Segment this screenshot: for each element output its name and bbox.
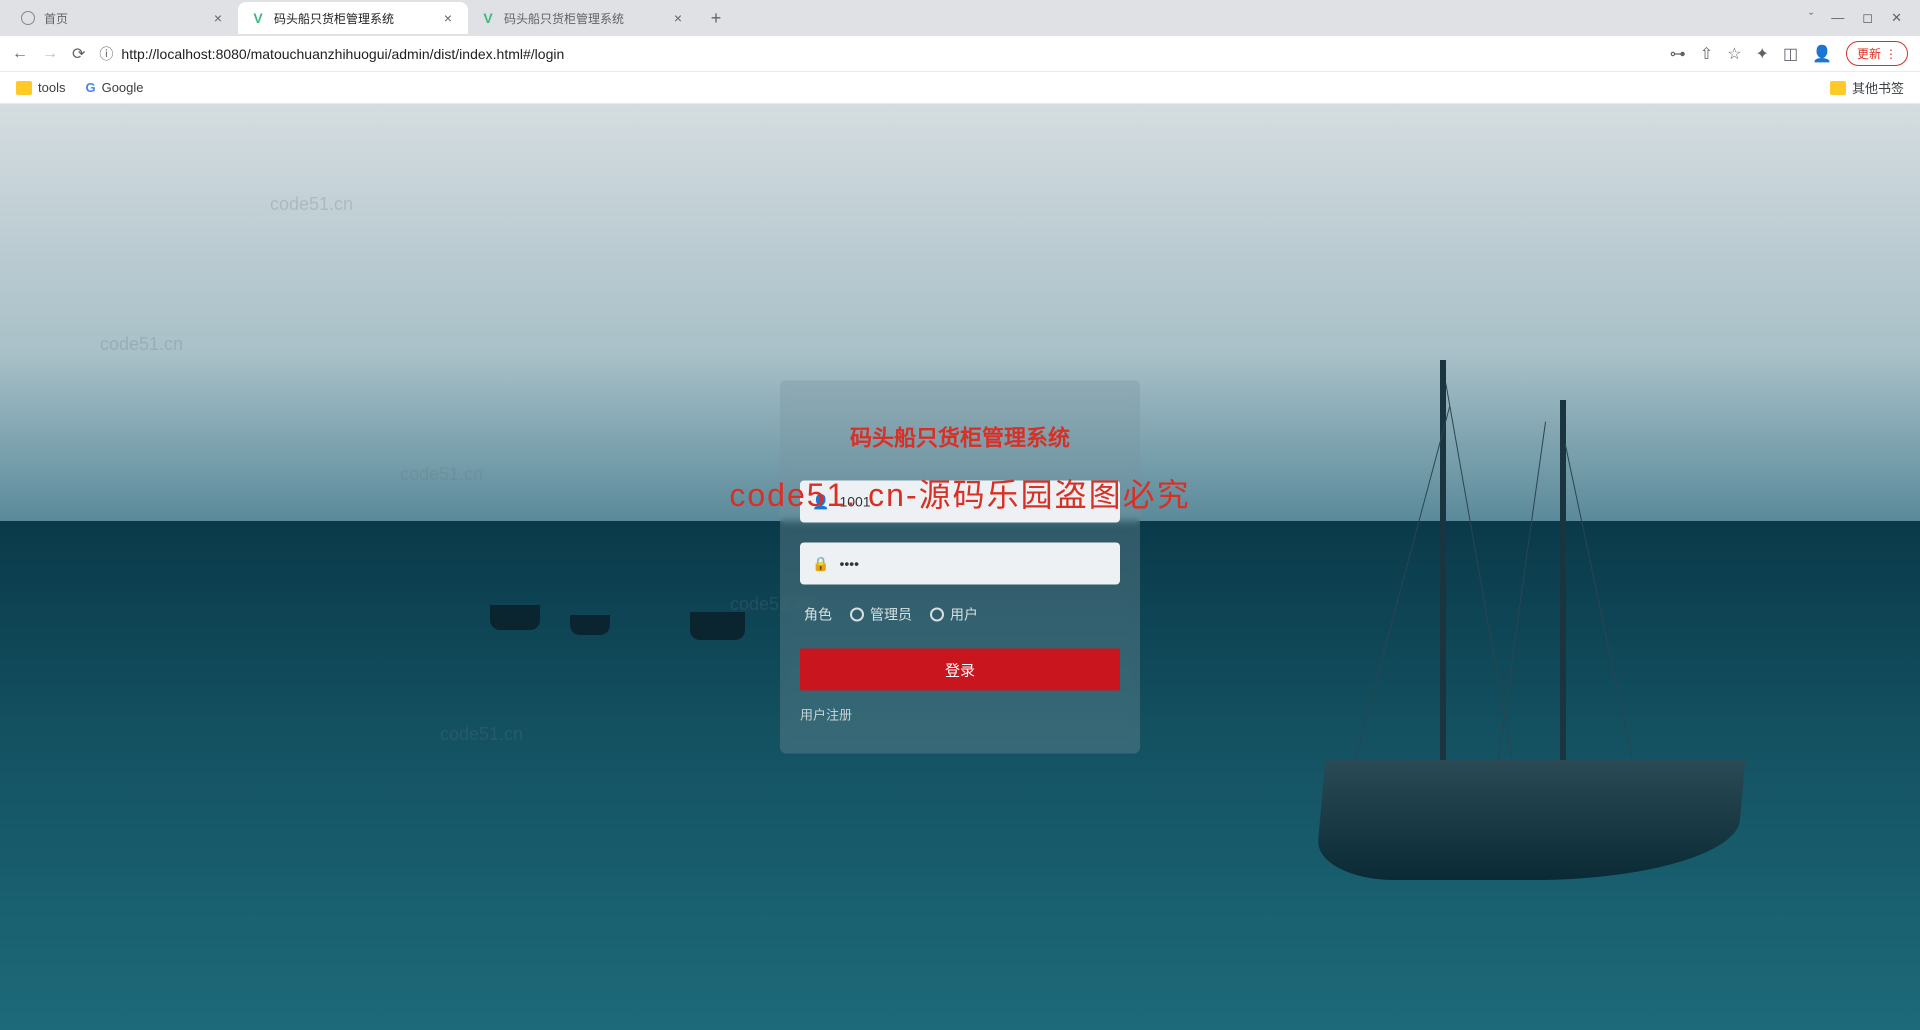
radio-icon xyxy=(930,608,944,622)
role-admin-radio[interactable]: 管理员 xyxy=(850,605,912,625)
page-content: code51.cn code51.cn code51.cn code51.cn … xyxy=(0,104,1920,1030)
update-button[interactable]: 更新⋮ xyxy=(1846,41,1908,66)
role-label: 角色 xyxy=(804,605,832,625)
minimize-icon[interactable]: — xyxy=(1831,10,1844,26)
bookmark-tools[interactable]: tools xyxy=(16,80,65,95)
toolbar-right: ⊶ ⇧ ☆ ✦ ◫ 👤 更新⋮ xyxy=(1670,41,1908,66)
browser-chrome: 首页 × V 码头船只货柜管理系统 × V 码头船只货柜管理系统 × + ˇ —… xyxy=(0,0,1920,104)
address-bar: ← → ⟳ ⓘ http://localhost:8080/matouchuan… xyxy=(0,36,1920,72)
tab-bar: 首页 × V 码头船只货柜管理系统 × V 码头船只货柜管理系统 × + ˇ —… xyxy=(0,0,1920,36)
tab-title: 码头船只货柜管理系统 xyxy=(504,10,662,27)
forward-icon: → xyxy=(42,45,58,63)
login-card: 码头船只货柜管理系统 👤 🔒 角色 管理员 用户 登录 用户注册 xyxy=(780,381,1140,754)
google-icon: G xyxy=(85,80,95,95)
new-tab-button[interactable]: + xyxy=(702,4,730,32)
info-icon[interactable]: ⓘ xyxy=(99,44,113,64)
tab-title: 码头船只货柜管理系统 xyxy=(274,10,432,27)
panel-icon[interactable]: ◫ xyxy=(1783,44,1798,64)
username-group: 👤 xyxy=(800,481,1120,523)
extensions-icon[interactable]: ✦ xyxy=(1756,44,1769,64)
share-icon[interactable]: ⇧ xyxy=(1700,44,1713,64)
ship-decoration xyxy=(1320,360,1740,880)
boat-decoration xyxy=(570,615,610,635)
lock-icon: 🔒 xyxy=(812,555,829,572)
radio-icon xyxy=(850,608,864,622)
reload-icon[interactable]: ⟳ xyxy=(72,44,85,64)
password-group: 🔒 xyxy=(800,543,1120,585)
role-row: 角色 管理员 用户 xyxy=(800,605,1120,625)
maximize-icon[interactable]: ◻ xyxy=(1862,10,1873,26)
boat-decoration xyxy=(490,605,540,630)
url-text: http://localhost:8080/matouchuanzhihuogu… xyxy=(121,46,564,62)
avatar-icon[interactable]: 👤 xyxy=(1812,44,1832,64)
close-icon[interactable]: × xyxy=(440,10,456,26)
login-button[interactable]: 登录 xyxy=(800,649,1120,691)
login-title: 码头船只货柜管理系统 xyxy=(800,421,1120,453)
close-icon[interactable]: × xyxy=(670,10,686,26)
user-icon: 👤 xyxy=(812,493,829,510)
browser-tab-2[interactable]: V 码头船只货柜管理系统 × xyxy=(468,2,698,34)
browser-tab-1[interactable]: V 码头船只货柜管理系统 × xyxy=(238,2,468,34)
username-input[interactable] xyxy=(839,494,1108,510)
vue-icon: V xyxy=(250,10,266,26)
browser-tab-0[interactable]: 首页 × xyxy=(8,2,238,34)
vue-icon: V xyxy=(480,10,496,26)
key-icon[interactable]: ⊶ xyxy=(1670,44,1686,64)
bookmark-bar: tools G Google 其他书签 xyxy=(0,72,1920,104)
folder-icon xyxy=(16,81,32,95)
close-icon[interactable]: × xyxy=(210,10,226,26)
close-window-icon[interactable]: ✕ xyxy=(1891,10,1902,26)
globe-icon xyxy=(20,10,36,26)
star-icon[interactable]: ☆ xyxy=(1727,44,1741,64)
back-icon[interactable]: ← xyxy=(12,45,28,63)
url-input[interactable]: ⓘ http://localhost:8080/matouchuanzhihuo… xyxy=(99,44,1655,64)
boat-decoration xyxy=(690,612,745,640)
role-user-radio[interactable]: 用户 xyxy=(930,605,978,625)
chevron-down-icon[interactable]: ˇ xyxy=(1809,10,1813,26)
folder-icon xyxy=(1830,81,1846,95)
window-controls: ˇ — ◻ ✕ xyxy=(1809,10,1920,26)
bookmark-google[interactable]: G Google xyxy=(85,80,143,95)
tab-title: 首页 xyxy=(44,10,202,27)
register-link[interactable]: 用户注册 xyxy=(800,705,1120,724)
bookmark-other[interactable]: 其他书签 xyxy=(1830,78,1904,97)
password-input[interactable] xyxy=(839,556,1108,572)
